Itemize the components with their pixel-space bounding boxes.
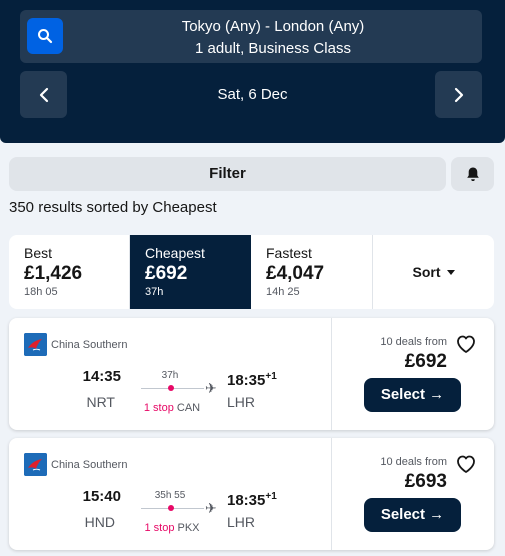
save-favorite-button[interactable] bbox=[455, 333, 477, 355]
tab-best-price: £1,426 bbox=[24, 263, 83, 284]
airline-logo bbox=[24, 453, 47, 476]
sort-dropdown[interactable]: Sort bbox=[373, 235, 494, 309]
search-summary-bar[interactable]: Tokyo (Any) - London (Any) 1 adult, Busi… bbox=[20, 10, 482, 63]
selected-date[interactable]: Sat, 6 Dec bbox=[70, 84, 435, 106]
tab-cheapest-price: £692 bbox=[145, 263, 188, 284]
deal-price: £692 bbox=[404, 351, 447, 372]
arrival-time: 18:35+1 bbox=[227, 368, 277, 390]
select-button[interactable]: Select → bbox=[364, 498, 461, 532]
search-header: Tokyo (Any) - London (Any) 1 adult, Busi… bbox=[0, 0, 505, 143]
arrival-airport: LHR bbox=[227, 394, 256, 410]
tab-fastest-label: Fastest bbox=[266, 245, 312, 261]
select-button[interactable]: Select → bbox=[364, 378, 461, 412]
tab-best-label: Best bbox=[24, 245, 53, 261]
arrival-time: 18:35+1 bbox=[227, 488, 277, 510]
stop-count: 1 stop bbox=[144, 522, 175, 534]
stops-info: 1 stop CAN bbox=[141, 402, 203, 414]
tab-fastest[interactable]: Fastest £4,047 14h 25 bbox=[251, 235, 373, 309]
search-route-summary: Tokyo (Any) - London (Any) 1 adult, Busi… bbox=[70, 16, 476, 60]
next-date-button[interactable] bbox=[435, 71, 482, 118]
deal-price: £693 bbox=[404, 471, 447, 492]
chevron-right-icon bbox=[454, 87, 463, 102]
airline-info: China Southern bbox=[24, 453, 127, 476]
heart-icon bbox=[457, 455, 475, 473]
result-card[interactable]: China Southern 14:35 NRT 37h ✈ 1 stop CA… bbox=[9, 318, 494, 430]
results-summary: 350 results sorted by Cheapest bbox=[9, 199, 217, 216]
plane-icon: ✈ bbox=[205, 380, 217, 396]
departure-time: 14:35 bbox=[82, 368, 121, 385]
tab-cheapest-duration: 37h bbox=[145, 286, 164, 298]
deals-count: 10 deals from bbox=[380, 336, 447, 348]
tab-fastest-duration: 14h 25 bbox=[266, 286, 300, 298]
day-offset: +1 bbox=[265, 491, 277, 502]
arrival-time-value: 18:35 bbox=[227, 372, 266, 389]
heart-icon bbox=[457, 335, 475, 353]
search-icon bbox=[38, 29, 53, 44]
tab-cheapest-label: Cheapest bbox=[145, 245, 205, 261]
save-favorite-button[interactable] bbox=[455, 453, 477, 475]
card-divider bbox=[331, 318, 332, 430]
airline-info: China Southern bbox=[24, 333, 127, 356]
plane-icon: ✈ bbox=[205, 500, 217, 516]
airline-name: China Southern bbox=[51, 338, 128, 351]
card-divider bbox=[331, 438, 332, 550]
stop-count: 1 stop bbox=[143, 402, 174, 414]
stop-dot bbox=[168, 385, 174, 391]
route-text: Tokyo (Any) - London (Any) bbox=[181, 18, 365, 35]
tab-cheapest[interactable]: Cheapest £692 37h bbox=[130, 235, 251, 309]
airline-name: China Southern bbox=[51, 458, 128, 471]
deals-count: 10 deals from bbox=[380, 456, 447, 468]
filter-button[interactable]: Filter bbox=[9, 157, 446, 191]
stops-info: 1 stop PKX bbox=[141, 522, 203, 534]
arrival-time-value: 18:35 bbox=[227, 492, 266, 509]
stop-airport: CAN bbox=[176, 402, 201, 414]
sort-tabs: Best £1,426 18h 05 Cheapest £692 37h Fas… bbox=[9, 235, 494, 309]
passenger-class-text: 1 adult, Business Class bbox=[195, 40, 351, 57]
flight-duration: 35h 55 bbox=[154, 490, 186, 501]
sort-label: Sort bbox=[412, 264, 441, 280]
departure-time: 15:40 bbox=[82, 488, 121, 505]
tab-best[interactable]: Best £1,426 18h 05 bbox=[9, 235, 130, 309]
airline-logo bbox=[24, 333, 47, 356]
departure-airport: NRT bbox=[86, 394, 115, 410]
day-offset: +1 bbox=[265, 371, 277, 382]
flight-duration: 37h bbox=[161, 370, 179, 381]
stop-airport: PKX bbox=[177, 522, 200, 534]
tab-fastest-price: £4,047 bbox=[266, 263, 325, 284]
tab-best-duration: 18h 05 bbox=[24, 286, 58, 298]
chevron-left-icon bbox=[39, 87, 48, 102]
departure-airport: HND bbox=[84, 514, 115, 530]
arrival-airport: LHR bbox=[227, 514, 256, 530]
caret-down-icon bbox=[446, 269, 455, 275]
result-card[interactable]: China Southern 15:40 HND 35h 55 ✈ 1 stop… bbox=[9, 438, 494, 550]
bell-icon bbox=[466, 167, 479, 181]
previous-date-button[interactable] bbox=[20, 71, 67, 118]
stop-dot bbox=[168, 505, 174, 511]
search-button[interactable] bbox=[27, 18, 63, 54]
price-alert-button[interactable] bbox=[451, 157, 494, 191]
